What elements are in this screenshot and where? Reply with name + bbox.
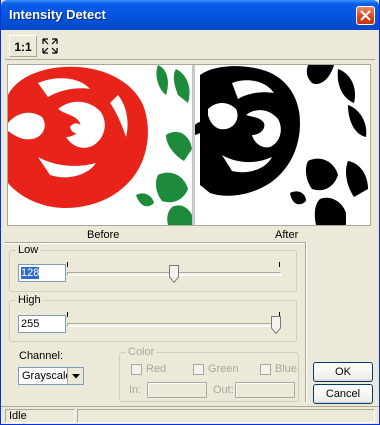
- intensity-detect-dialog: Intensity Detect 1:1 Before After Low 12…: [0, 0, 380, 425]
- window-title: Intensity Detect: [9, 7, 106, 22]
- slider-tick: [67, 262, 68, 267]
- status-bar: Idle: [1, 406, 379, 424]
- low-slider-thumb[interactable]: [169, 265, 180, 283]
- out-label: Out:: [213, 384, 234, 396]
- high-slider-track[interactable]: [67, 323, 281, 327]
- toolbar: 1:1: [5, 34, 375, 60]
- red-label: Red: [146, 363, 167, 375]
- in-color-field[interactable]: [147, 382, 207, 398]
- green-checkbox[interactable]: [193, 364, 204, 375]
- after-image: [195, 65, 370, 225]
- status-pane-secondary: [77, 409, 375, 423]
- status-text: Idle: [5, 409, 75, 423]
- low-value-input[interactable]: 128: [18, 264, 66, 282]
- vertical-separator: [305, 242, 307, 402]
- cancel-button[interactable]: Cancel: [313, 384, 373, 404]
- image-preview[interactable]: [7, 64, 371, 226]
- fit-to-window-button[interactable]: [39, 35, 61, 57]
- slider-tick: [279, 262, 280, 267]
- actual-size-button[interactable]: 1:1: [9, 35, 37, 57]
- channel-label: Channel:: [19, 350, 64, 362]
- red-checkbox[interactable]: [131, 364, 142, 375]
- slider-tick: [67, 312, 68, 317]
- in-label: In:: [129, 384, 142, 396]
- out-color-field[interactable]: [235, 382, 295, 398]
- before-caption: Before: [87, 229, 120, 241]
- high-slider-thumb[interactable]: [271, 316, 281, 334]
- green-label: Green: [208, 363, 239, 375]
- chevron-down-icon: [72, 374, 80, 379]
- channel-select[interactable]: Grayscale: [18, 367, 84, 385]
- fit-window-icon: [42, 38, 58, 54]
- blue-checkbox[interactable]: [260, 364, 271, 375]
- high-label: High: [16, 294, 43, 306]
- before-image: [8, 65, 192, 225]
- low-value: 128: [21, 267, 40, 279]
- channel-value: Grayscale: [22, 370, 72, 382]
- color-label: Color: [126, 346, 157, 358]
- close-icon: [360, 10, 371, 21]
- title-bar[interactable]: Intensity Detect: [1, 0, 379, 30]
- dropdown-arrow[interactable]: [67, 368, 83, 384]
- high-value: 255: [21, 318, 40, 330]
- separator: [5, 242, 305, 244]
- high-value-input[interactable]: 255: [18, 315, 66, 333]
- low-label: Low: [16, 244, 41, 256]
- blue-label: Blue: [275, 363, 298, 375]
- ok-button[interactable]: OK: [313, 362, 373, 382]
- after-caption: After: [275, 229, 299, 241]
- close-button[interactable]: [356, 6, 375, 25]
